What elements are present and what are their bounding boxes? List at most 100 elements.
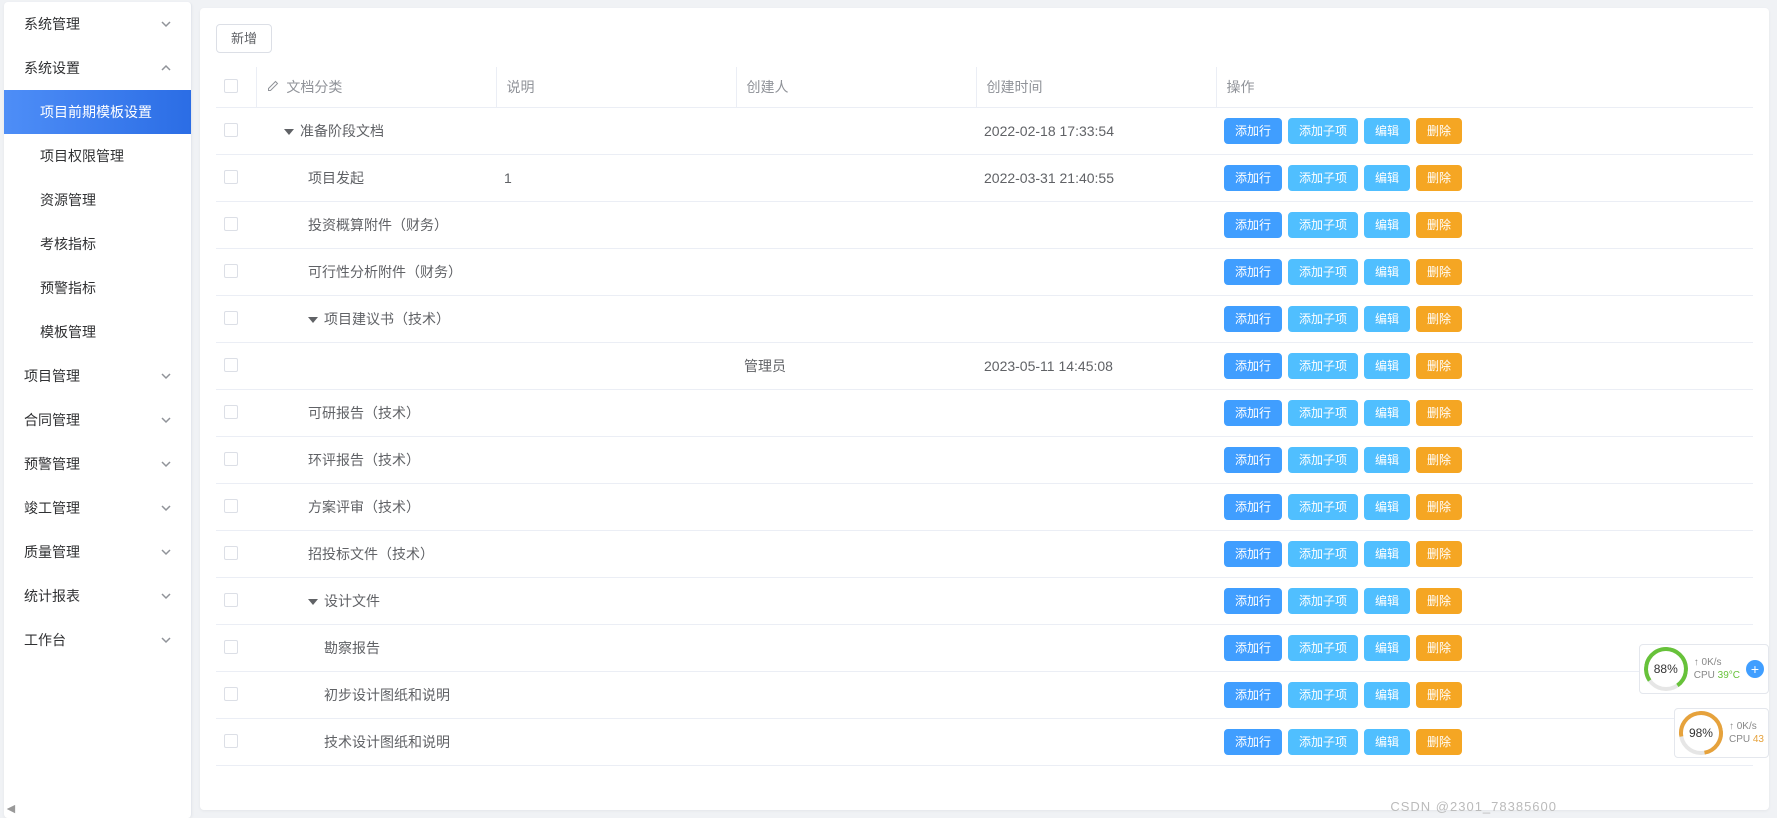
row-name: 设计文件 <box>324 593 380 609</box>
add-child-button[interactable]: 添加子项 <box>1288 400 1358 426</box>
expand-toggle-icon[interactable] <box>308 317 318 323</box>
edit-button[interactable]: 编辑 <box>1364 447 1410 473</box>
table-row: 管理员2023-05-11 14:45:08添加行添加子项编辑删除 <box>216 343 1753 390</box>
add-child-button[interactable]: 添加子项 <box>1288 588 1358 614</box>
sidebar-item-1-5[interactable]: 模板管理 <box>4 310 191 354</box>
delete-button[interactable]: 删除 <box>1416 400 1462 426</box>
row-checkbox[interactable] <box>224 405 238 419</box>
add-row-button[interactable]: 添加行 <box>1224 259 1282 285</box>
row-checkbox[interactable] <box>224 452 238 466</box>
row-desc <box>496 343 736 390</box>
sidebar-item-1-3[interactable]: 考核指标 <box>4 222 191 266</box>
add-row-button[interactable]: 添加行 <box>1224 400 1282 426</box>
sidebar-item-1-4[interactable]: 预警指标 <box>4 266 191 310</box>
plus-fab-icon[interactable]: + <box>1746 660 1764 678</box>
add-child-button[interactable]: 添加子项 <box>1288 541 1358 567</box>
row-checkbox[interactable] <box>224 593 238 607</box>
row-checkbox[interactable] <box>224 358 238 372</box>
add-child-button[interactable]: 添加子项 <box>1288 635 1358 661</box>
expand-toggle-icon[interactable] <box>308 599 318 605</box>
add-row-button[interactable]: 添加行 <box>1224 353 1282 379</box>
sidebar-group-0[interactable]: 系统管理 <box>4 2 191 46</box>
gauge-pct: 88% <box>1644 647 1688 691</box>
add-row-button[interactable]: 添加行 <box>1224 447 1282 473</box>
sidebar-group-3[interactable]: 合同管理 <box>4 398 191 442</box>
edit-button[interactable]: 编辑 <box>1364 306 1410 332</box>
row-created-at <box>976 249 1216 296</box>
add-child-button[interactable]: 添加子项 <box>1288 447 1358 473</box>
add-row-button[interactable]: 添加行 <box>1224 682 1282 708</box>
delete-button[interactable]: 删除 <box>1416 212 1462 238</box>
edit-button[interactable]: 编辑 <box>1364 494 1410 520</box>
add-child-button[interactable]: 添加子项 <box>1288 494 1358 520</box>
row-desc: 1 <box>496 155 736 202</box>
gauge-net: 0K/s <box>1737 721 1757 732</box>
row-checkbox[interactable] <box>224 123 238 137</box>
add-row-button[interactable]: 添加行 <box>1224 165 1282 191</box>
expand-toggle-icon[interactable] <box>284 129 294 135</box>
delete-button[interactable]: 删除 <box>1416 353 1462 379</box>
add-child-button[interactable]: 添加子项 <box>1288 306 1358 332</box>
delete-button[interactable]: 删除 <box>1416 259 1462 285</box>
add-row-button[interactable]: 添加行 <box>1224 212 1282 238</box>
sidebar-group-6[interactable]: 质量管理 <box>4 530 191 574</box>
delete-button[interactable]: 删除 <box>1416 494 1462 520</box>
add-row-button[interactable]: 添加行 <box>1224 729 1282 755</box>
row-checkbox[interactable] <box>224 546 238 560</box>
edit-button[interactable]: 编辑 <box>1364 729 1410 755</box>
sidebar-group-4[interactable]: 预警管理 <box>4 442 191 486</box>
row-checkbox[interactable] <box>224 170 238 184</box>
edit-button[interactable]: 编辑 <box>1364 118 1410 144</box>
delete-button[interactable]: 删除 <box>1416 306 1462 332</box>
sidebar-group-8[interactable]: 工作台 <box>4 618 191 662</box>
add-row-button[interactable]: 添加行 <box>1224 588 1282 614</box>
edit-button[interactable]: 编辑 <box>1364 259 1410 285</box>
add-row-button[interactable]: 添加行 <box>1224 635 1282 661</box>
delete-button[interactable]: 删除 <box>1416 729 1462 755</box>
delete-button[interactable]: 删除 <box>1416 541 1462 567</box>
delete-button[interactable]: 删除 <box>1416 682 1462 708</box>
row-checkbox[interactable] <box>224 264 238 278</box>
row-checkbox[interactable] <box>224 734 238 748</box>
row-checkbox[interactable] <box>224 640 238 654</box>
row-checkbox[interactable] <box>224 311 238 325</box>
edit-button[interactable]: 编辑 <box>1364 682 1410 708</box>
add-child-button[interactable]: 添加子项 <box>1288 212 1358 238</box>
add-row-button[interactable]: 添加行 <box>1224 118 1282 144</box>
add-child-button[interactable]: 添加子项 <box>1288 729 1358 755</box>
row-checkbox[interactable] <box>224 499 238 513</box>
row-checkbox[interactable] <box>224 687 238 701</box>
delete-button[interactable]: 删除 <box>1416 635 1462 661</box>
edit-button[interactable]: 编辑 <box>1364 212 1410 238</box>
sidebar-group-2[interactable]: 项目管理 <box>4 354 191 398</box>
sidebar-item-1-0[interactable]: 项目前期模板设置 <box>4 90 191 134</box>
delete-button[interactable]: 删除 <box>1416 447 1462 473</box>
add-child-button[interactable]: 添加子项 <box>1288 118 1358 144</box>
edit-button[interactable]: 编辑 <box>1364 165 1410 191</box>
add-row-button[interactable]: 添加行 <box>1224 541 1282 567</box>
add-child-button[interactable]: 添加子项 <box>1288 682 1358 708</box>
scroll-left-icon[interactable]: ◄ <box>4 800 18 816</box>
edit-button[interactable]: 编辑 <box>1364 353 1410 379</box>
edit-button[interactable]: 编辑 <box>1364 541 1410 567</box>
add-child-button[interactable]: 添加子项 <box>1288 353 1358 379</box>
edit-button[interactable]: 编辑 <box>1364 588 1410 614</box>
select-all-checkbox[interactable] <box>224 79 238 93</box>
sidebar-group-7[interactable]: 统计报表 <box>4 574 191 618</box>
row-checkbox[interactable] <box>224 217 238 231</box>
sidebar-item-1-2[interactable]: 资源管理 <box>4 178 191 222</box>
add-row-button[interactable]: 添加行 <box>1224 494 1282 520</box>
add-child-button[interactable]: 添加子项 <box>1288 259 1358 285</box>
chevron-down-icon <box>161 371 171 381</box>
delete-button[interactable]: 删除 <box>1416 165 1462 191</box>
edit-button[interactable]: 编辑 <box>1364 635 1410 661</box>
add-row-button[interactable]: 添加行 <box>1224 306 1282 332</box>
delete-button[interactable]: 删除 <box>1416 118 1462 144</box>
add-child-button[interactable]: 添加子项 <box>1288 165 1358 191</box>
delete-button[interactable]: 删除 <box>1416 588 1462 614</box>
sidebar-group-5[interactable]: 竣工管理 <box>4 486 191 530</box>
add-button[interactable]: 新增 <box>216 24 272 53</box>
edit-button[interactable]: 编辑 <box>1364 400 1410 426</box>
sidebar-group-1[interactable]: 系统设置 <box>4 46 191 90</box>
sidebar-item-1-1[interactable]: 项目权限管理 <box>4 134 191 178</box>
